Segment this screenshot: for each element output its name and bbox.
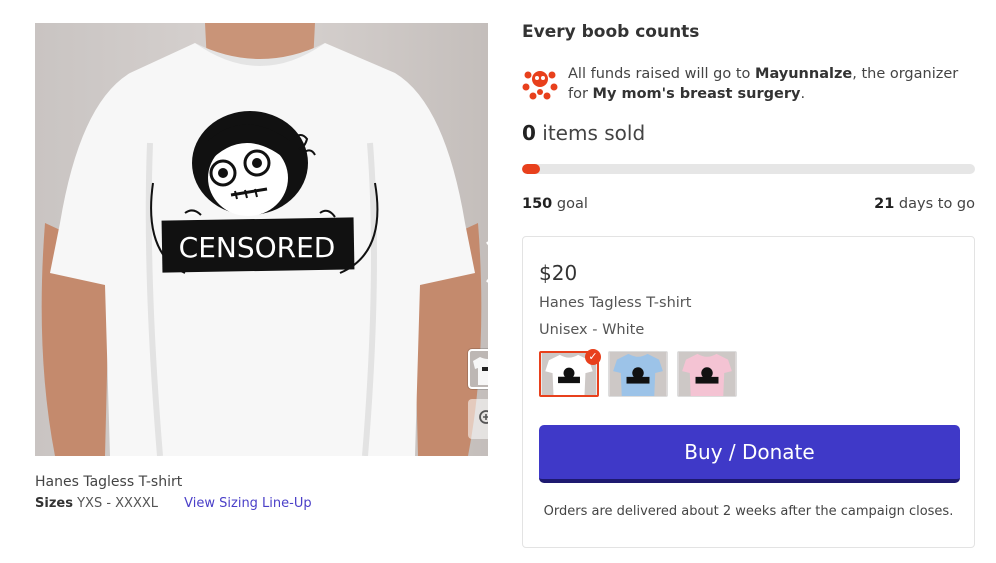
goal-stat: 150 goal (522, 196, 588, 212)
cause-name: My mom's breast surgery (592, 86, 801, 102)
organizer-name: Mayunnalze (755, 66, 853, 82)
days-remaining: 21 days to go (874, 196, 975, 212)
buy-donate-button[interactable]: Buy / Donate (539, 425, 960, 483)
days-count: 21 (874, 196, 895, 212)
zoom-in-icon (479, 410, 488, 424)
censored-print-text: CENSORED (179, 231, 336, 264)
color-swatch-light-blue[interactable] (608, 351, 668, 397)
chevron-right-icon (486, 241, 488, 283)
progress-fill (522, 164, 541, 174)
sizes-row: Sizes YXS - XXXXL View Sizing Line-Up (35, 496, 312, 511)
funds-prefix: All funds raised will go to (568, 66, 756, 82)
card-style-color: Unisex - White (539, 322, 645, 338)
product-photo: CENSORED (35, 23, 488, 456)
product-name: Hanes Tagless T-shirt (35, 474, 183, 490)
sold-label: items sold (535, 121, 646, 145)
purchase-card: $20 Hanes Tagless T-shirt Unisex - White… (522, 236, 975, 548)
card-product-name: Hanes Tagless T-shirt (539, 295, 692, 311)
shirt-swatch-icon (678, 352, 736, 396)
image-thumbnail[interactable] (468, 349, 488, 389)
funds-statement: All funds raised will go to Mayunnalze, … (568, 64, 978, 104)
progress-bar (522, 164, 975, 174)
view-sizing-link[interactable]: View Sizing Line-Up (184, 496, 311, 511)
next-image-button[interactable] (483, 238, 488, 286)
color-swatch-white[interactable]: ✓ (539, 349, 601, 397)
campaign-title: Every boob counts (522, 22, 700, 42)
sizes-value: YXS - XXXXL (77, 496, 159, 511)
funds-suffix: . (800, 86, 806, 102)
goal-label: goal (552, 196, 588, 212)
checkmark-icon: ✓ (585, 349, 601, 365)
price: $20 (539, 261, 578, 285)
organizer-logo-icon (522, 71, 558, 100)
shirt-thumbnail-icon (473, 357, 488, 385)
color-swatch-pink[interactable] (677, 351, 737, 397)
items-sold: 0 items sold (522, 121, 645, 145)
product-image-gallery: CENSORED (35, 23, 488, 456)
days-label: days to go (894, 196, 975, 212)
zoom-button[interactable] (468, 399, 488, 439)
goal-count: 150 (522, 196, 553, 212)
color-swatches: ✓ (539, 349, 737, 397)
delivery-note: Orders are delivered about 2 weeks after… (543, 504, 954, 519)
shirt-swatch-icon (609, 352, 667, 396)
sold-count: 0 (522, 121, 536, 145)
sizes-label: Sizes (35, 496, 73, 511)
